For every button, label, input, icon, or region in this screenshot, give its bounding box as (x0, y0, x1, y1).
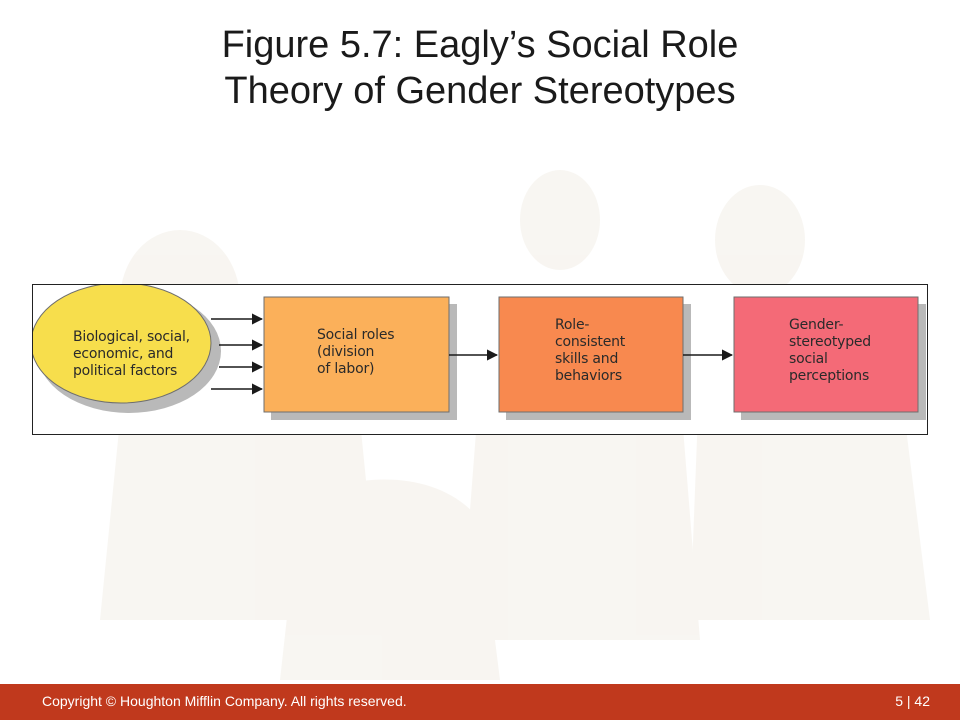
title-line-1: Figure 5.7: Eagly’s Social Role (221, 24, 739, 66)
page-number: 5 | 42 (895, 693, 930, 709)
role-skills-label: Role- consistent skills and behaviors (555, 317, 625, 385)
factors-line-2: economic, and (73, 346, 174, 362)
factors-line-3: political factors (73, 363, 178, 379)
perceptions-line-2: stereotyped (789, 334, 871, 350)
social-role-diagram: Biological, social, economic, and politi… (32, 284, 928, 435)
role-skills-line-1: Role- (555, 317, 590, 333)
social-roles-label: Social roles (division of labor) (317, 327, 395, 378)
role-skills-line-3: skills and (555, 351, 619, 367)
role-skills-line-2: consistent (555, 334, 626, 350)
copyright-text: Copyright © Houghton Mifflin Company. Al… (42, 693, 407, 709)
social-roles-line-1: Social roles (317, 327, 395, 343)
social-roles-line-3: of labor) (317, 361, 375, 377)
slide-title: Figure 5.7: Eagly’s Social Role Theory o… (80, 22, 880, 114)
perceptions-line-1: Gender- (789, 317, 844, 333)
perceptions-line-4: perceptions (789, 368, 870, 384)
perceptions-line-3: social (789, 351, 828, 367)
title-line-2: Theory of Gender Stereotypes (224, 70, 736, 112)
perceptions-label: Gender- stereotyped social perceptions (789, 317, 871, 385)
role-skills-line-4: behaviors (555, 368, 622, 384)
social-roles-line-2: (division (317, 344, 375, 360)
footer-bar: Copyright © Houghton Mifflin Company. Al… (0, 684, 960, 720)
factors-label: Biological, social, economic, and politi… (73, 329, 190, 380)
factors-line-1: Biological, social, (73, 329, 190, 345)
